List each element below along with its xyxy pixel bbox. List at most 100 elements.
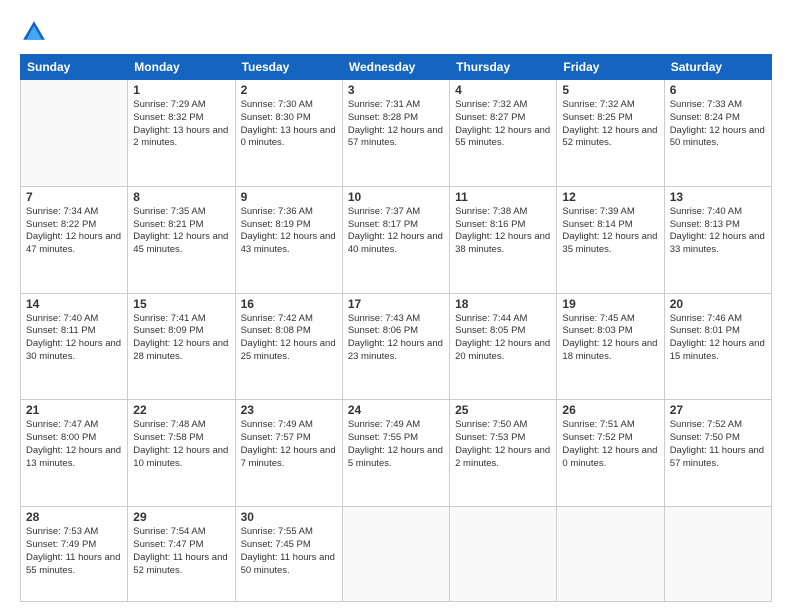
cell-info: Sunrise: 7:32 AMSunset: 8:25 PMDaylight:… xyxy=(562,99,658,150)
cell-day-number: 9 xyxy=(241,190,337,204)
cell-info: Sunrise: 7:42 AMSunset: 8:08 PMDaylight:… xyxy=(241,313,337,364)
cell-day-number: 16 xyxy=(241,297,337,311)
calendar-cell: 18 Sunrise: 7:44 AMSunset: 8:05 PMDayligh… xyxy=(450,293,557,400)
calendar-cell xyxy=(557,507,664,602)
calendar-cell: 17 Sunrise: 7:43 AMSunset: 8:06 PMDayligh… xyxy=(342,293,449,400)
cell-day-number: 23 xyxy=(241,403,337,417)
cell-info: Sunrise: 7:54 AMSunset: 7:47 PMDaylight:… xyxy=(133,526,229,577)
cell-info: Sunrise: 7:33 AMSunset: 8:24 PMDaylight:… xyxy=(670,99,766,150)
calendar-cell: 14 Sunrise: 7:40 AMSunset: 8:11 PMDayligh… xyxy=(21,293,128,400)
weekday-header: Sunday xyxy=(21,55,128,80)
weekday-header: Tuesday xyxy=(235,55,342,80)
calendar-cell: 5Sunrise: 7:32 AMSunset: 8:25 PMDaylight… xyxy=(557,80,664,187)
calendar-cell: 29 Sunrise: 7:54 AMSunset: 7:47 PMDayligh… xyxy=(128,507,235,602)
calendar-cell: 8Sunrise: 7:35 AMSunset: 8:21 PMDaylight… xyxy=(128,186,235,293)
cell-day-number: 13 xyxy=(670,190,766,204)
calendar-cell: 10 Sunrise: 7:37 AMSunset: 8:17 PMDayligh… xyxy=(342,186,449,293)
cell-day-number: 26 xyxy=(562,403,658,417)
cell-info: Sunrise: 7:45 AMSunset: 8:03 PMDaylight:… xyxy=(562,313,658,364)
calendar-cell xyxy=(450,507,557,602)
cell-info: Sunrise: 7:49 AMSunset: 7:55 PMDaylight:… xyxy=(348,419,444,470)
calendar-cell: 19 Sunrise: 7:45 AMSunset: 8:03 PMDayligh… xyxy=(557,293,664,400)
cell-info: Sunrise: 7:47 AMSunset: 8:00 PMDaylight:… xyxy=(26,419,122,470)
cell-day-number: 4 xyxy=(455,83,551,97)
weekday-header: Monday xyxy=(128,55,235,80)
cell-day-number: 12 xyxy=(562,190,658,204)
cell-day-number: 22 xyxy=(133,403,229,417)
calendar-cell: 16 Sunrise: 7:42 AMSunset: 8:08 PMDayligh… xyxy=(235,293,342,400)
cell-day-number: 8 xyxy=(133,190,229,204)
cell-info: Sunrise: 7:29 AMSunset: 8:32 PMDaylight:… xyxy=(133,99,229,150)
cell-day-number: 6 xyxy=(670,83,766,97)
cell-info: Sunrise: 7:49 AMSunset: 7:57 PMDaylight:… xyxy=(241,419,337,470)
calendar-cell xyxy=(664,507,771,602)
cell-day-number: 25 xyxy=(455,403,551,417)
cell-info: Sunrise: 7:31 AMSunset: 8:28 PMDaylight:… xyxy=(348,99,444,150)
cell-day-number: 20 xyxy=(670,297,766,311)
logo xyxy=(20,18,52,46)
calendar-cell: 21 Sunrise: 7:47 AMSunset: 8:00 PMDayligh… xyxy=(21,400,128,507)
cell-day-number: 24 xyxy=(348,403,444,417)
cell-day-number: 14 xyxy=(26,297,122,311)
cell-info: Sunrise: 7:40 AMSunset: 8:11 PMDaylight:… xyxy=(26,313,122,364)
calendar-week-row: 7 Sunrise: 7:34 AMSunset: 8:22 PMDaylight… xyxy=(21,186,772,293)
cell-info: Sunrise: 7:40 AMSunset: 8:13 PMDaylight:… xyxy=(670,206,766,257)
cell-info: Sunrise: 7:48 AMSunset: 7:58 PMDaylight:… xyxy=(133,419,229,470)
calendar-table: SundayMondayTuesdayWednesdayThursdayFrid… xyxy=(20,54,772,602)
calendar-cell: 28 Sunrise: 7:53 AMSunset: 7:49 PMDayligh… xyxy=(21,507,128,602)
cell-day-number: 18 xyxy=(455,297,551,311)
cell-info: Sunrise: 7:38 AMSunset: 8:16 PMDaylight:… xyxy=(455,206,551,257)
weekday-header-row: SundayMondayTuesdayWednesdayThursdayFrid… xyxy=(21,55,772,80)
calendar-week-row: 28 Sunrise: 7:53 AMSunset: 7:49 PMDayligh… xyxy=(21,507,772,602)
cell-day-number: 21 xyxy=(26,403,122,417)
cell-day-number: 29 xyxy=(133,510,229,524)
cell-day-number: 17 xyxy=(348,297,444,311)
cell-day-number: 28 xyxy=(26,510,122,524)
cell-info: Sunrise: 7:41 AMSunset: 8:09 PMDaylight:… xyxy=(133,313,229,364)
calendar-cell: 27Sunrise: 7:52 AMSunset: 7:50 PMDayligh… xyxy=(664,400,771,507)
cell-day-number: 27 xyxy=(670,403,766,417)
cell-day-number: 10 xyxy=(348,190,444,204)
calendar-cell xyxy=(342,507,449,602)
calendar-cell: 2Sunrise: 7:30 AMSunset: 8:30 PMDaylight… xyxy=(235,80,342,187)
cell-info: Sunrise: 7:34 AMSunset: 8:22 PMDaylight:… xyxy=(26,206,122,257)
cell-info: Sunrise: 7:55 AMSunset: 7:45 PMDaylight:… xyxy=(241,526,337,577)
cell-info: Sunrise: 7:46 AMSunset: 8:01 PMDaylight:… xyxy=(670,313,766,364)
calendar-cell: 12 Sunrise: 7:39 AMSunset: 8:14 PMDayligh… xyxy=(557,186,664,293)
calendar-cell: 6 Sunrise: 7:33 AMSunset: 8:24 PMDaylight… xyxy=(664,80,771,187)
cell-day-number: 2 xyxy=(241,83,337,97)
calendar-cell: 30 Sunrise: 7:55 AMSunset: 7:45 PMDayligh… xyxy=(235,507,342,602)
calendar-cell: 3 Sunrise: 7:31 AMSunset: 8:28 PMDaylight… xyxy=(342,80,449,187)
cell-info: Sunrise: 7:37 AMSunset: 8:17 PMDaylight:… xyxy=(348,206,444,257)
weekday-header: Friday xyxy=(557,55,664,80)
calendar-cell: 23 Sunrise: 7:49 AMSunset: 7:57 PMDayligh… xyxy=(235,400,342,507)
calendar-cell: 11 Sunrise: 7:38 AMSunset: 8:16 PMDayligh… xyxy=(450,186,557,293)
calendar-week-row: 21 Sunrise: 7:47 AMSunset: 8:00 PMDayligh… xyxy=(21,400,772,507)
cell-day-number: 30 xyxy=(241,510,337,524)
cell-day-number: 19 xyxy=(562,297,658,311)
cell-info: Sunrise: 7:39 AMSunset: 8:14 PMDaylight:… xyxy=(562,206,658,257)
cell-day-number: 11 xyxy=(455,190,551,204)
cell-info: Sunrise: 7:51 AMSunset: 7:52 PMDaylight:… xyxy=(562,419,658,470)
calendar-cell: 24 Sunrise: 7:49 AMSunset: 7:55 PMDayligh… xyxy=(342,400,449,507)
cell-info: Sunrise: 7:44 AMSunset: 8:05 PMDaylight:… xyxy=(455,313,551,364)
calendar-cell xyxy=(21,80,128,187)
weekday-header: Wednesday xyxy=(342,55,449,80)
cell-day-number: 1 xyxy=(133,83,229,97)
cell-info: Sunrise: 7:50 AMSunset: 7:53 PMDaylight:… xyxy=(455,419,551,470)
logo-icon xyxy=(20,18,48,46)
calendar-cell: 4Sunrise: 7:32 AMSunset: 8:27 PMDaylight… xyxy=(450,80,557,187)
cell-day-number: 15 xyxy=(133,297,229,311)
cell-info: Sunrise: 7:43 AMSunset: 8:06 PMDaylight:… xyxy=(348,313,444,364)
calendar-cell: 13 Sunrise: 7:40 AMSunset: 8:13 PMDayligh… xyxy=(664,186,771,293)
calendar-cell: 7 Sunrise: 7:34 AMSunset: 8:22 PMDaylight… xyxy=(21,186,128,293)
calendar-cell: 26 Sunrise: 7:51 AMSunset: 7:52 PMDayligh… xyxy=(557,400,664,507)
calendar-cell: 15 Sunrise: 7:41 AMSunset: 8:09 PMDayligh… xyxy=(128,293,235,400)
cell-day-number: 7 xyxy=(26,190,122,204)
cell-info: Sunrise: 7:53 AMSunset: 7:49 PMDaylight:… xyxy=(26,526,122,577)
weekday-header: Saturday xyxy=(664,55,771,80)
weekday-header: Thursday xyxy=(450,55,557,80)
calendar-cell: 22 Sunrise: 7:48 AMSunset: 7:58 PMDayligh… xyxy=(128,400,235,507)
cell-day-number: 3 xyxy=(348,83,444,97)
calendar-week-row: 1 Sunrise: 7:29 AMSunset: 8:32 PMDaylight… xyxy=(21,80,772,187)
